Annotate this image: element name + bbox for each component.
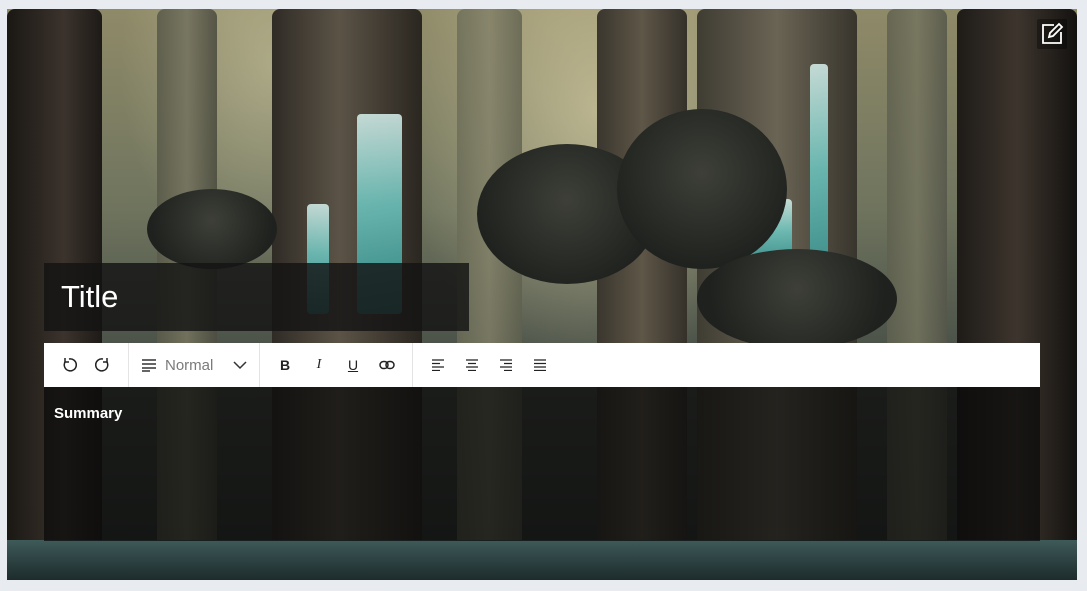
align-right-icon: [500, 359, 512, 371]
summary-placeholder: Summary: [54, 405, 123, 422]
bold-button[interactable]: B: [268, 348, 302, 382]
underline-button[interactable]: U: [336, 348, 370, 382]
water-surface: [7, 540, 1077, 580]
block-format-value: Normal: [165, 356, 214, 374]
align-right-button[interactable]: [489, 348, 523, 382]
inline-format-group: B I U: [260, 343, 413, 387]
align-center-button[interactable]: [455, 348, 489, 382]
block-format-select[interactable]: Normal: [137, 357, 251, 374]
undo-icon: [63, 358, 77, 372]
link-icon: [379, 360, 395, 370]
link-button[interactable]: [370, 348, 404, 382]
title-field[interactable]: Title: [44, 263, 469, 331]
edit-icon: [1042, 22, 1064, 44]
undo-button[interactable]: [52, 348, 86, 382]
align-justify-button[interactable]: [523, 348, 557, 382]
italic-button[interactable]: I: [302, 348, 336, 382]
align-left-button[interactable]: [421, 348, 455, 382]
alignment-group: [413, 343, 565, 387]
edit-cover-button[interactable]: [1037, 19, 1067, 49]
bold-label: B: [279, 357, 291, 373]
italic-label: I: [316, 357, 322, 372]
title-placeholder: Title: [61, 279, 119, 314]
underline-label: U: [347, 357, 359, 373]
align-justify-icon: [534, 359, 546, 371]
align-left-icon: [432, 359, 444, 371]
paragraph-icon: [142, 359, 156, 372]
redo-button[interactable]: [86, 348, 120, 382]
summary-editor[interactable]: Summary: [44, 387, 1040, 541]
cover-image: Title Normal B I U Summary: [7, 9, 1077, 580]
block-format-group: Normal: [129, 343, 260, 387]
align-center-icon: [466, 359, 478, 371]
redo-icon: [95, 358, 109, 372]
tree-canopy: [147, 189, 277, 269]
history-group: [44, 343, 129, 387]
chevron-down-icon: [233, 361, 247, 370]
tree-canopy: [697, 249, 897, 349]
rich-text-toolbar: Normal B I U: [44, 343, 1040, 387]
tree-canopy: [617, 109, 787, 269]
